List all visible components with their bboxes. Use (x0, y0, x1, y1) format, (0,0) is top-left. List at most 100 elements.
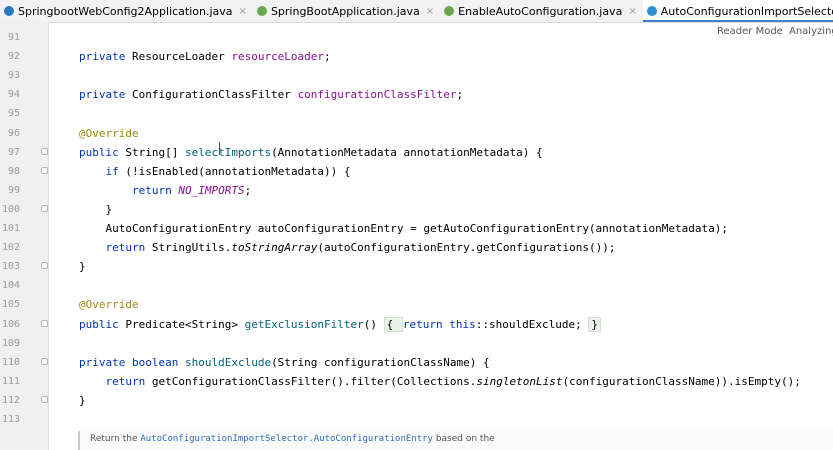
code-token: @Override (79, 298, 139, 312)
code-token: return (402, 317, 450, 331)
code-token: (String configurationClassName) { (271, 355, 490, 369)
line-number: 92 (7, 51, 20, 63)
tab-label: AutoConfigurationImportSelector.java (660, 4, 833, 18)
javadoc-suffix: based on the (432, 434, 495, 444)
editor-tab[interactable]: SpringBootApplication.java × (253, 0, 440, 22)
code-token: (!isEnabled(annotationMetadata)) { (125, 164, 351, 178)
code-token: private (79, 355, 132, 369)
code-line: 110 private boolean shouldExclude(String … (0, 353, 833, 372)
line-number: 106 (2, 318, 21, 330)
line-number: 109 (2, 337, 21, 349)
tab-label: SpringbootWebConfig2Application.java (18, 4, 233, 18)
javadoc-prefix: Return the (90, 434, 141, 444)
code-line: 104 (0, 276, 833, 295)
code-token: (configurationClassName)).isEmpty(); (562, 374, 801, 388)
code-token: public (79, 317, 126, 331)
spring-boot-icon (444, 6, 455, 16)
code-text: @Override (79, 124, 139, 143)
code-token: ::shouldExclude; (475, 317, 589, 331)
code-token: getExclusionFilter (244, 317, 364, 331)
spring-boot-icon (256, 6, 267, 16)
code-token: @Override (79, 126, 139, 140)
javadoc-text: Return the AutoConfigurationImportSelect… (90, 434, 495, 444)
code-line: 102 return StringUtils.toStringArray(aut… (0, 238, 833, 257)
line-number: 93 (7, 70, 20, 82)
code-line: 106 public Predicate<String> getExclusion… (0, 315, 833, 334)
code-token: } (79, 260, 86, 274)
line-number: 101 (2, 223, 21, 234)
fold-marker-icon[interactable] (41, 204, 48, 212)
fold-marker-icon[interactable] (41, 166, 48, 174)
code-line: 112} (0, 391, 833, 410)
code-token: return (105, 241, 152, 255)
close-tab-icon[interactable]: × (628, 6, 636, 17)
code-token: } (588, 316, 601, 332)
editor-tab-bar: SpringbootWebConfig2Application.java × Spr… (0, 0, 833, 23)
close-tab-icon[interactable]: × (426, 6, 434, 17)
code-line: 95 (0, 104, 833, 123)
line-number: 96 (7, 127, 20, 139)
line-number: 112 (2, 394, 21, 406)
fold-marker-icon[interactable] (41, 357, 48, 365)
editor-tab[interactable]: SpringbootWebConfig2Application.java × (0, 0, 253, 22)
code-text: return StringUtils.toStringArray(autoCon… (79, 238, 616, 257)
line-number: 111 (2, 375, 21, 387)
code-token: String[] (125, 145, 185, 159)
code-token: () (363, 317, 384, 331)
line-number: 104 (2, 280, 21, 292)
code-token: NO_IMPORTS (178, 183, 245, 197)
line-number: 99 (7, 184, 20, 196)
code-token: resourceLoader (231, 50, 325, 64)
tab-label: EnableAutoConfiguration.java (458, 4, 623, 18)
fold-marker-icon[interactable] (41, 147, 48, 155)
code-token: return (105, 374, 152, 388)
code-text: } (79, 200, 112, 219)
line-number: 97 (7, 146, 20, 158)
line-number: 105 (2, 299, 21, 311)
code-token: ; (324, 50, 331, 64)
code-line: 93 (0, 66, 833, 85)
code-token: } (79, 202, 113, 216)
code-token: { (383, 316, 403, 332)
code-line: 99 return NO_IMPORTS; (0, 181, 833, 200)
code-token: singletonList (476, 374, 563, 388)
code-text: return getConfigurationClassFilter().fil… (79, 372, 801, 391)
code-token: boolean (131, 355, 185, 369)
javadoc-rendered-comment: Return the AutoConfigurationImportSelect… (78, 431, 833, 450)
code-token: } (79, 393, 86, 407)
javadoc-code-link[interactable]: AutoConfigurationImportSelector.AutoConf… (140, 434, 433, 444)
code-line: 103} (0, 257, 833, 276)
line-number: 98 (7, 165, 20, 177)
fold-marker-icon[interactable] (41, 395, 48, 403)
close-tab-icon[interactable]: × (239, 6, 247, 17)
line-number: 113 (2, 414, 21, 425)
code-token: configurationClassFilter (297, 88, 457, 102)
code-token: toStringArray (231, 241, 318, 255)
fold-marker-icon[interactable] (41, 262, 48, 270)
code-line: 96 @Override (0, 124, 833, 143)
fold-marker-icon[interactable] (41, 319, 48, 327)
line-number: 100 (2, 203, 21, 215)
text-cursor (219, 142, 220, 155)
code-text: private ResourceLoader resourceLoader; (79, 47, 331, 66)
line-number: 102 (2, 242, 21, 254)
line-number: 103 (2, 261, 21, 273)
code-text: private boolean shouldExclude(String con… (79, 353, 490, 372)
code-token: public (79, 145, 126, 159)
code-token: shouldExclude (184, 355, 272, 369)
code-token: ; (244, 183, 252, 197)
editor-tab[interactable]: AutoConfigurationImportSelector.java× (642, 0, 833, 22)
code-text: public Predicate<String> getExclusionFil… (79, 315, 601, 334)
code-line: 97 public String[] selectImports(Annotati… (0, 143, 833, 162)
code-line: 101 AutoConfigurationEntry autoConfigura… (0, 219, 833, 238)
java-main-icon (4, 6, 14, 16)
code-line: 92 private ResourceLoader resourceLoader; (0, 47, 833, 66)
code-token: private (79, 50, 132, 64)
code-token: StringUtils. (151, 241, 232, 255)
editor-tab[interactable]: EnableAutoConfiguration.java × (440, 0, 643, 22)
code-token: getConfigurationClassFilter().filter(Col… (151, 374, 477, 388)
code-text: private ConfigurationClassFilter configu… (79, 85, 463, 104)
code-text: if (!isEnabled(annotationMetadata)) { (79, 162, 351, 181)
